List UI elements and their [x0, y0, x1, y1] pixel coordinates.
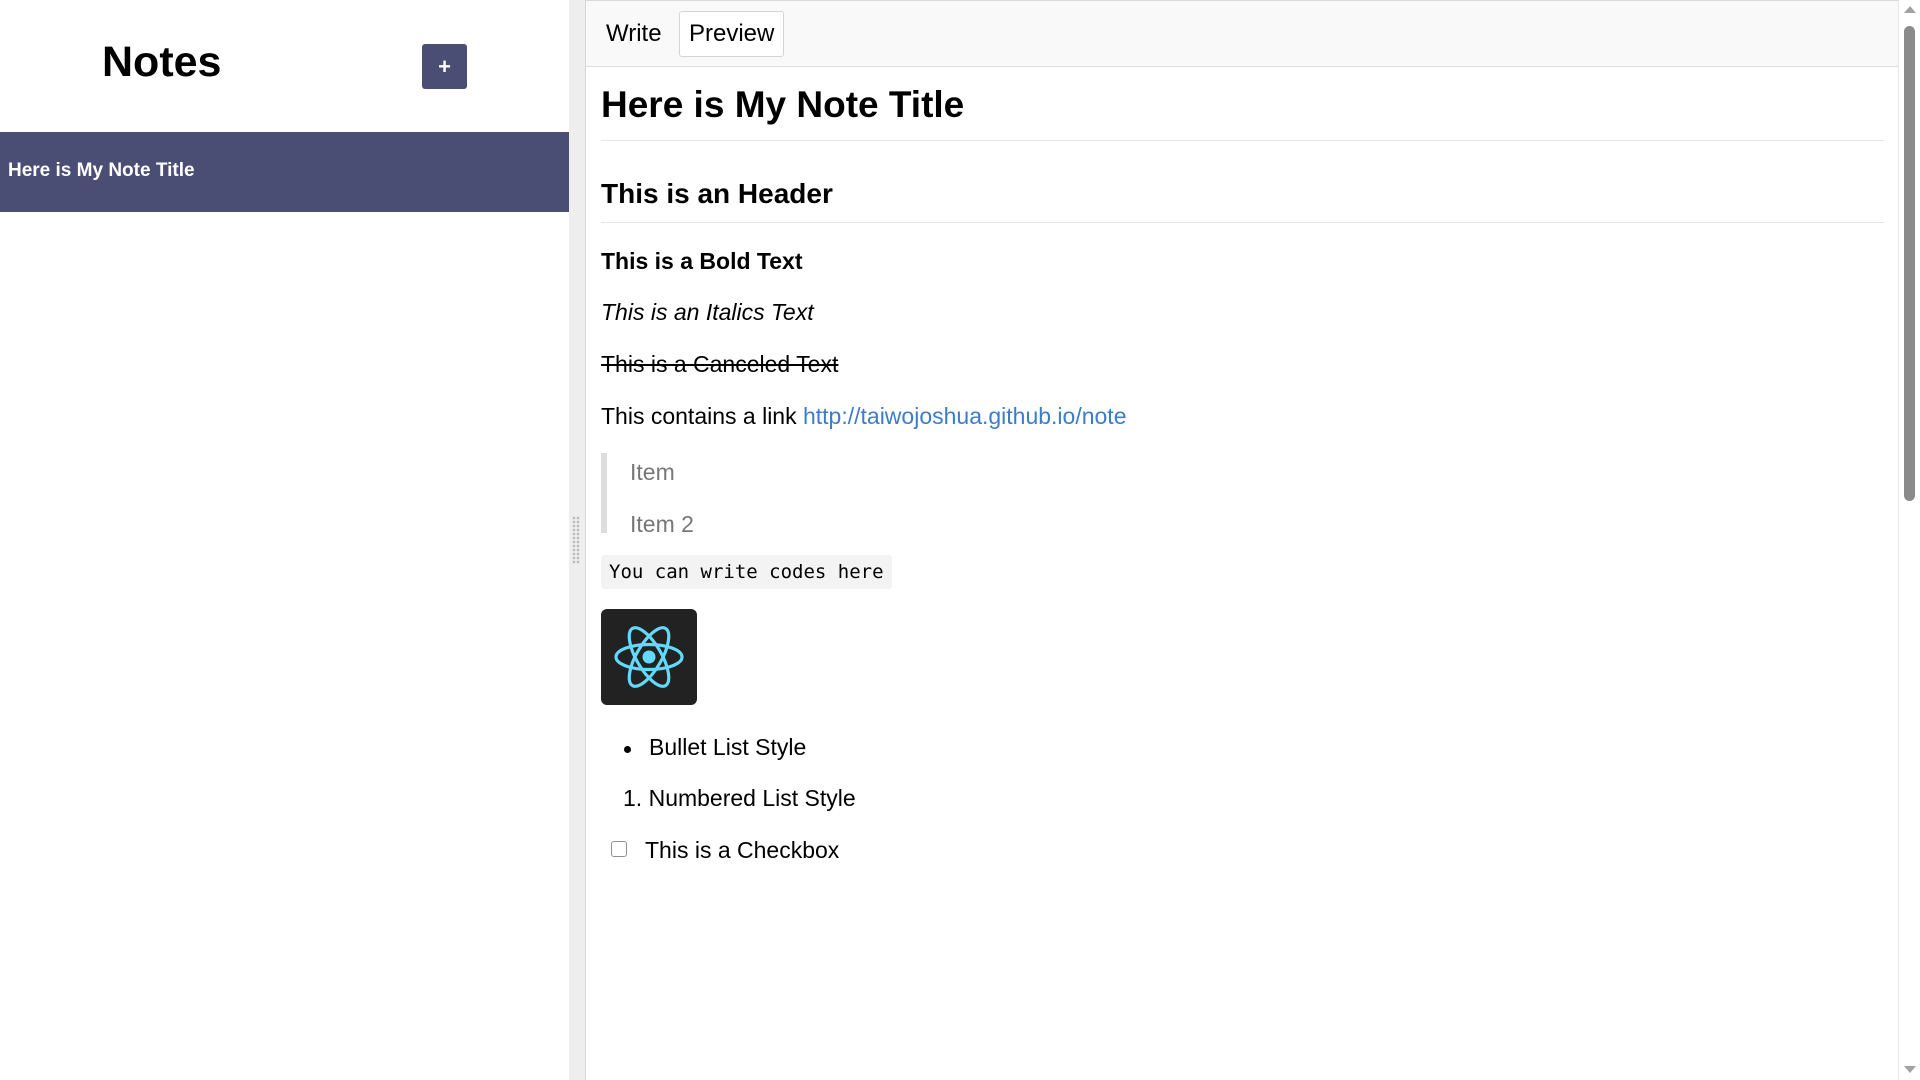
- new-note-button[interactable]: +: [422, 44, 467, 89]
- numbered-list-text: Numbered List Style: [648, 785, 856, 811]
- editor-pane: Write Preview Here is My Note Title This…: [585, 0, 1898, 1080]
- inline-code: You can write codes here: [601, 555, 892, 589]
- react-logo-icon: [601, 609, 697, 705]
- sidebar-title: Notes: [102, 38, 222, 86]
- preview-heading-1: Here is My Note Title: [601, 84, 965, 125]
- scrollbar-thumb[interactable]: [1904, 26, 1915, 501]
- scroll-up-arrow-icon[interactable]: [1904, 6, 1916, 13]
- heading-divider: [601, 222, 1884, 223]
- vertical-scrollbar[interactable]: [1898, 0, 1920, 1080]
- blockquote: Item Item 2: [601, 453, 1001, 537]
- task-checkbox[interactable]: [611, 841, 627, 857]
- bullet-list-text: Bullet List Style: [649, 734, 807, 760]
- blockquote-item: Item: [630, 459, 675, 485]
- notes-app: Notes + Here is My Note Title Write Prev…: [0, 0, 1920, 1080]
- editor-tabbar: Write Preview: [586, 1, 1898, 67]
- sidebar-header: Notes +: [0, 0, 569, 132]
- strikethrough-paragraph: This is a Canceled Text: [601, 351, 839, 377]
- italic-paragraph: This is an Italics Text: [601, 299, 814, 325]
- bullet-icon: [624, 746, 631, 753]
- link-paragraph: This contains a link http://taiwojoshua.…: [601, 403, 1127, 430]
- preview-heading-2: This is an Header: [601, 178, 833, 209]
- tab-preview[interactable]: Preview: [679, 11, 785, 57]
- drag-handle-icon[interactable]: [572, 516, 580, 564]
- react-atom-icon: [614, 626, 684, 688]
- link-prefix-text: This contains a link: [601, 403, 797, 429]
- heading-divider: [601, 140, 1884, 141]
- note-list-item-title: Here is My Note Title: [8, 160, 195, 181]
- note-list-item[interactable]: Here is My Note Title: [0, 132, 569, 212]
- sidebar: Notes + Here is My Note Title: [0, 0, 569, 1080]
- tab-write[interactable]: Write: [596, 11, 672, 57]
- split-gutter[interactable]: [569, 0, 585, 1080]
- numbered-list-item: 1. Numbered List Style: [623, 785, 856, 812]
- bold-paragraph: This is a Bold Text: [601, 248, 803, 274]
- scroll-down-arrow-icon[interactable]: [1904, 1066, 1916, 1073]
- checkbox-label: This is a Checkbox: [645, 837, 840, 863]
- preview-link[interactable]: http://taiwojoshua.github.io/note: [803, 403, 1127, 429]
- numbered-list-marker: 1.: [623, 785, 643, 811]
- blockquote-item: Item 2: [630, 511, 694, 537]
